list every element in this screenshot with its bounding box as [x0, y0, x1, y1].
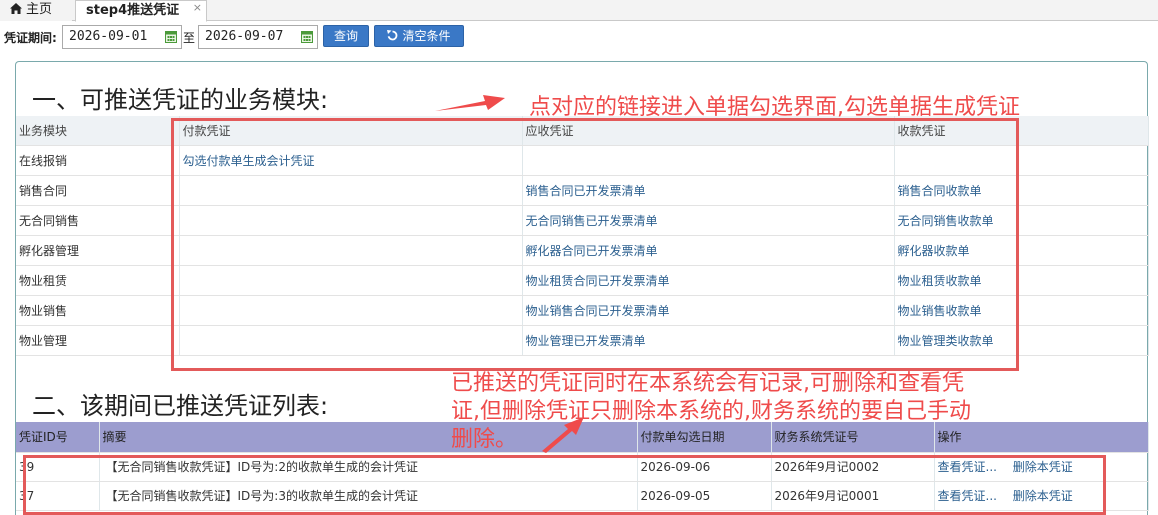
period-label: 凭证期间:	[4, 31, 57, 45]
clear-conditions-label: 清空条件	[402, 29, 451, 43]
tab-step4[interactable]: step4推送凭证 ×	[75, 0, 207, 22]
column-header: 凭证ID号	[16, 422, 100, 453]
module-name: 物业租赁	[16, 265, 180, 296]
column-header: 业务模块	[16, 116, 180, 146]
calendar-icon[interactable]	[301, 30, 313, 43]
reset-icon	[387, 30, 398, 41]
annotation-arrow-icon	[435, 95, 505, 111]
annotation-box-modules	[171, 118, 1019, 371]
tab-step4-label: step4推送凭证	[86, 3, 180, 18]
date-to-value: 2026-09-07	[205, 29, 284, 44]
tab-home[interactable]: 主页	[0, 0, 72, 21]
module-name: 孵化器管理	[16, 235, 180, 266]
module-name: 在线报销	[16, 145, 180, 176]
section-title-pushed: 二、该期间已推送凭证列表:	[32, 392, 329, 420]
annotation-box-pushed	[23, 455, 1106, 515]
tab-home-label: 主页	[26, 2, 53, 17]
clear-conditions-button[interactable]: 清空条件	[374, 25, 464, 47]
date-from-value: 2026-09-01	[69, 29, 148, 44]
date-separator: 至	[183, 31, 196, 45]
query-button[interactable]: 查询	[323, 25, 369, 47]
section-title-modules: 一、可推送凭证的业务模块:	[32, 86, 329, 114]
close-icon[interactable]: ×	[193, 0, 202, 17]
module-name: 无合同销售	[16, 205, 180, 236]
annotation-note-delete: 已推送的凭证同时在本系统会有记录,可删除和查看凭证,但删除凭证只删除本系统的,财…	[451, 371, 971, 452]
query-bar: 凭证期间: 2026-09-01 至 2026-09-07 查询 清空条件	[0, 22, 1158, 52]
tab-bar: 主页 step4推送凭证 ×	[0, 0, 1158, 22]
calendar-icon[interactable]	[165, 30, 177, 43]
module-name: 物业管理	[16, 325, 180, 356]
module-name: 物业销售	[16, 295, 180, 326]
date-from-input[interactable]: 2026-09-01	[62, 25, 182, 49]
annotation-note-links: 点对应的链接进入单据勾选界面,勾选单据生成凭证	[529, 95, 1020, 120]
home-icon	[10, 3, 22, 14]
module-name: 销售合同	[16, 175, 180, 206]
date-to-input[interactable]: 2026-09-07	[198, 25, 318, 49]
